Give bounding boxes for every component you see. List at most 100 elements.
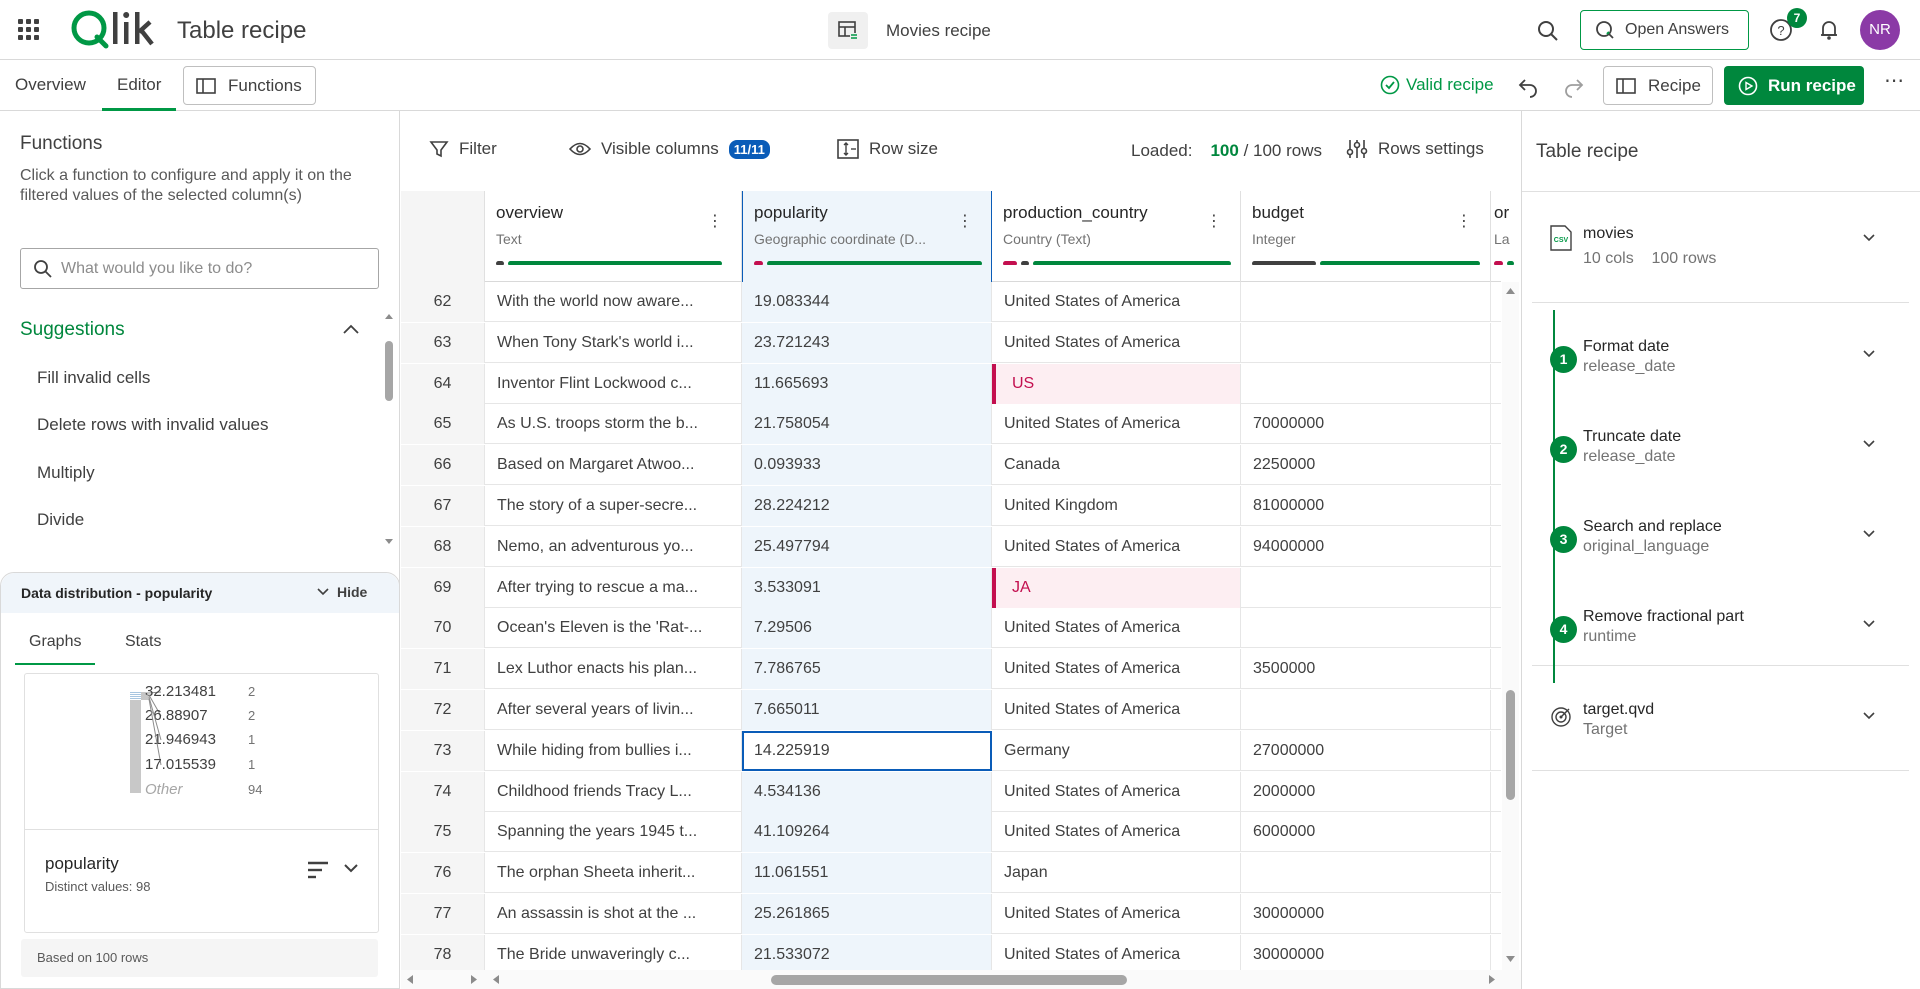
table-row[interactable]: 63 When Tony Stark's world i... 23.721243 U… — [401, 322, 1504, 363]
chevron-down-icon[interactable] — [1862, 529, 1876, 539]
distribution-bar[interactable] — [130, 694, 141, 695]
cell-overview[interactable]: Childhood friends Tracy L... — [485, 771, 742, 812]
rows-settings-button[interactable]: Rows settings — [1346, 139, 1484, 159]
row-number-cell[interactable]: 63 — [401, 322, 485, 363]
cell-production-country[interactable]: JA — [992, 567, 1241, 608]
table-row[interactable]: 76 The orphan Sheeta inherit... 11.061551 J… — [401, 853, 1504, 894]
cell-overview[interactable]: When Tony Stark's world i... — [485, 322, 742, 363]
redo-icon[interactable] — [1562, 74, 1586, 98]
table-row[interactable]: 74 Childhood friends Tracy L... 4.534136 Un… — [401, 771, 1504, 812]
cell-budget[interactable] — [1241, 567, 1491, 608]
cell-overview[interactable]: An assassin is shot at the ... — [485, 894, 742, 934]
cell-production-country[interactable]: United States of America — [992, 894, 1241, 934]
scroll-right-arrow-icon[interactable] — [1485, 971, 1499, 988]
table-row[interactable]: 77 An assassin is shot at the ... 25.26186… — [401, 894, 1504, 934]
row-number-cell[interactable]: 64 — [401, 363, 485, 404]
column-header-overview[interactable]: overview Text ⋮ — [485, 191, 742, 282]
row-number-cell[interactable]: 75 — [401, 812, 485, 853]
recipe-step-4[interactable]: 4 Remove fractional part runtime — [1532, 586, 1909, 666]
user-avatar[interactable]: NR — [1860, 10, 1900, 50]
row-number-cell[interactable]: 77 — [401, 894, 485, 934]
cell-popularity[interactable]: 11.061551 — [742, 853, 992, 894]
chevron-down-icon[interactable] — [1862, 349, 1876, 359]
cell-budget[interactable] — [1241, 282, 1491, 322]
cell-production-country[interactable]: United States of America — [992, 649, 1241, 690]
table-row[interactable]: 67 The story of a super-secre... 28.224212… — [401, 486, 1504, 526]
cell-production-country[interactable]: United States of America — [992, 608, 1241, 649]
filter-button[interactable]: Filter — [429, 139, 497, 159]
row-number-cell[interactable]: 68 — [401, 526, 485, 567]
cell-budget[interactable]: 94000000 — [1241, 526, 1491, 567]
cell-budget[interactable]: 30000000 — [1241, 894, 1491, 934]
scroll-right-arrow-icon[interactable] — [467, 971, 481, 988]
cell-popularity[interactable]: 25.497794 — [742, 526, 992, 567]
cell-production-country[interactable]: United States of America — [992, 812, 1241, 853]
tab-editor[interactable]: Editor — [102, 60, 177, 111]
cell-production-country[interactable]: United Kingdom — [992, 486, 1241, 526]
chevron-down-icon[interactable] — [1862, 619, 1876, 629]
notifications-bell-icon[interactable] — [1816, 17, 1842, 43]
sort-icon[interactable] — [307, 860, 329, 880]
function-search-box[interactable] — [20, 248, 379, 289]
column-menu-icon[interactable]: ⋮ — [1206, 214, 1222, 230]
row-number-cell[interactable]: 72 — [401, 690, 485, 730]
distribution-bar[interactable] — [130, 698, 141, 699]
cell-budget[interactable]: 30000000 — [1241, 934, 1491, 970]
cell-overview[interactable]: After trying to rescue a ma... — [485, 567, 742, 608]
row-number-cell[interactable]: 78 — [401, 934, 485, 970]
visible-columns-button[interactable]: Visible columns 11/11 — [569, 139, 770, 159]
suggestion-fill-invalid-cells[interactable]: Fill invalid cells — [37, 368, 150, 388]
cell-budget[interactable]: 70000000 — [1241, 404, 1491, 445]
row-number-cell[interactable]: 62 — [401, 282, 485, 322]
suggestions-header[interactable]: Suggestions — [20, 319, 360, 349]
suggestion-delete-rows[interactable]: Delete rows with invalid values — [37, 415, 269, 435]
row-number-cell[interactable]: 71 — [401, 649, 485, 690]
row-number-cell[interactable]: 67 — [401, 486, 485, 526]
cell-budget[interactable]: 81000000 — [1241, 486, 1491, 526]
cell-popularity[interactable]: 28.224212 — [742, 486, 992, 526]
chevron-down-icon[interactable] — [1862, 439, 1876, 449]
functions-toggle-button[interactable]: Functions — [183, 66, 316, 105]
table-row[interactable]: 62 With the world now aware... 19.083344 Un… — [401, 282, 1504, 322]
chevron-down-icon[interactable] — [1862, 233, 1876, 243]
distribution-bar[interactable] — [130, 700, 141, 793]
cell-budget[interactable] — [1241, 608, 1491, 649]
scroll-left-arrow-icon[interactable] — [489, 971, 503, 988]
recipe-step-3[interactable]: 3 Search and replace original_language — [1532, 496, 1909, 576]
cell-production-country[interactable]: US — [992, 363, 1241, 404]
run-recipe-button[interactable]: Run recipe — [1724, 66, 1864, 105]
cell-popularity[interactable]: 25.261865 — [742, 894, 992, 934]
chevron-down-icon[interactable] — [343, 862, 359, 874]
table-row[interactable]: 75 Spanning the years 1945 t... 41.109264 U… — [401, 812, 1504, 853]
cell-popularity[interactable]: 3.533091 — [742, 567, 992, 608]
scroll-down-arrow-icon[interactable] — [384, 537, 394, 547]
cell-budget[interactable]: 27000000 — [1241, 730, 1491, 771]
function-search-input[interactable] — [61, 259, 361, 278]
column-menu-icon[interactable]: ⋮ — [1456, 214, 1472, 230]
column-header-production-country[interactable]: production_country Country (Text) ⋮ — [992, 191, 1241, 282]
suggestion-divide[interactable]: Divide — [37, 510, 84, 530]
cell-popularity[interactable]: 41.109264 — [742, 812, 992, 853]
chevron-down-icon[interactable] — [1862, 711, 1876, 721]
cell-overview[interactable]: Ocean's Eleven is the 'Rat-... — [485, 608, 742, 649]
cell-overview[interactable]: Nemo, an adventurous yo... — [485, 526, 742, 567]
table-row[interactable]: 65 As U.S. troops storm the b... 21.758054… — [401, 404, 1504, 445]
table-row[interactable]: 66 Based on Margaret Atwoo... 0.093933 Cana… — [401, 445, 1504, 486]
cell-overview[interactable]: After several years of livin... — [485, 690, 742, 730]
column-header-original-language[interactable]: or La — [1491, 191, 1521, 282]
open-answers-button[interactable]: Open Answers — [1580, 10, 1749, 50]
scroll-left-arrow-icon[interactable] — [403, 971, 417, 988]
app-launcher-grid-icon[interactable] — [18, 19, 40, 41]
cell-production-country[interactable]: United States of America — [992, 690, 1241, 730]
cell-popularity[interactable]: 21.533072 — [742, 934, 992, 970]
cell-production-country[interactable]: Germany — [992, 730, 1241, 771]
scroll-up-arrow-icon[interactable] — [1502, 284, 1519, 298]
cell-overview[interactable]: As U.S. troops storm the b... — [485, 404, 742, 445]
cell-budget[interactable] — [1241, 853, 1491, 894]
tab-overview[interactable]: Overview — [0, 60, 101, 111]
cell-budget[interactable] — [1241, 363, 1491, 404]
cell-budget[interactable] — [1241, 322, 1491, 363]
cell-production-country[interactable]: United States of America — [992, 771, 1241, 812]
cell-overview[interactable]: The orphan Sheeta inherit... — [485, 853, 742, 894]
cell-popularity[interactable]: 0.093933 — [742, 445, 992, 486]
